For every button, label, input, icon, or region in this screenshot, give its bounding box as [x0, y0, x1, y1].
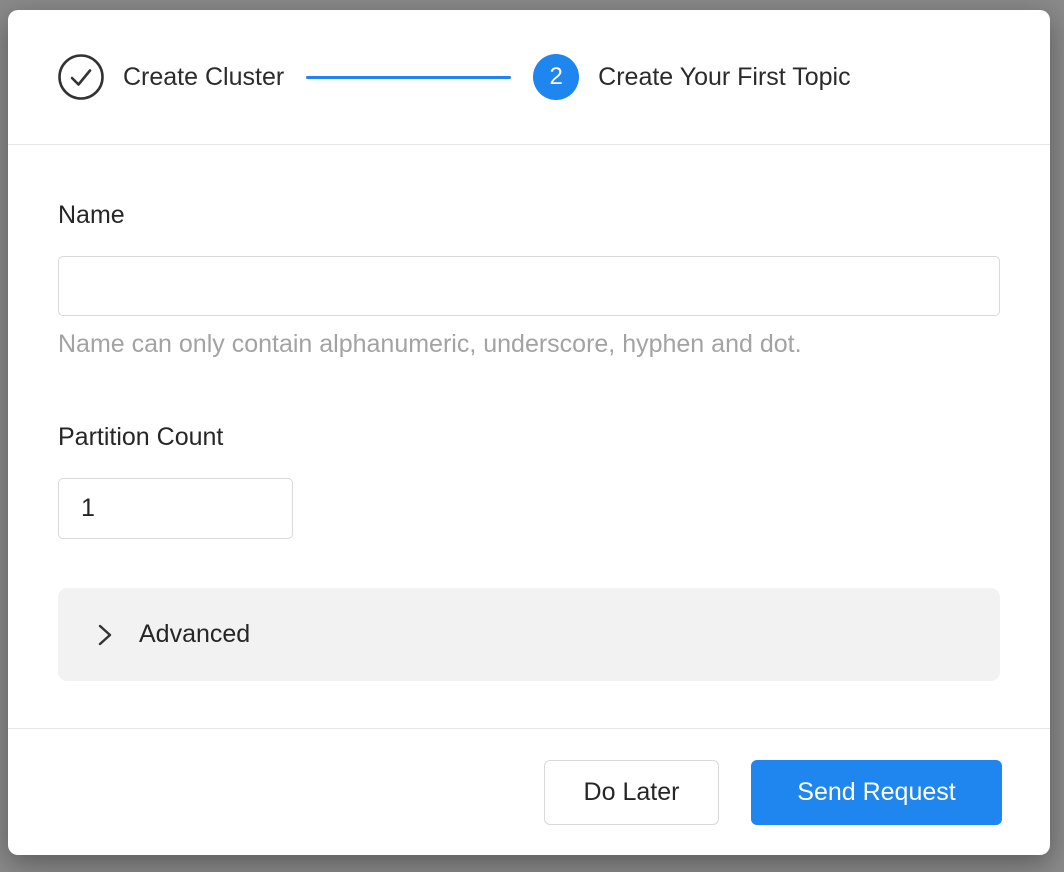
name-input[interactable] [58, 256, 1000, 316]
stepper-connector [306, 76, 511, 79]
stepper: Create Cluster 2 Create Your First Topic [58, 54, 1000, 100]
step-number: 2 [549, 65, 562, 89]
partition-count-label: Partition Count [58, 423, 1000, 452]
name-help-text: Name can only contain alphanumeric, unde… [58, 330, 1000, 359]
step-complete-indicator [58, 54, 104, 100]
send-request-button[interactable]: Send Request [751, 760, 1002, 825]
advanced-toggle[interactable]: Advanced [58, 588, 1000, 681]
modal-header: Create Cluster 2 Create Your First Topic [8, 10, 1050, 145]
name-label: Name [58, 201, 1000, 230]
step-number-indicator: 2 [533, 54, 579, 100]
modal-body: Name Name can only contain alphanumeric,… [8, 145, 1050, 728]
create-topic-modal: Create Cluster 2 Create Your First Topic… [8, 10, 1050, 855]
partition-count-input[interactable] [58, 478, 293, 539]
chevron-right-icon [97, 622, 113, 648]
check-icon [58, 54, 104, 100]
step-create-cluster: Create Cluster [58, 54, 284, 100]
do-later-button[interactable]: Do Later [544, 760, 719, 825]
advanced-label: Advanced [139, 620, 250, 649]
step-label: Create Your First Topic [598, 63, 850, 92]
modal-footer: Do Later Send Request [8, 728, 1050, 855]
step-create-first-topic: 2 Create Your First Topic [533, 54, 850, 100]
step-label: Create Cluster [123, 63, 284, 92]
